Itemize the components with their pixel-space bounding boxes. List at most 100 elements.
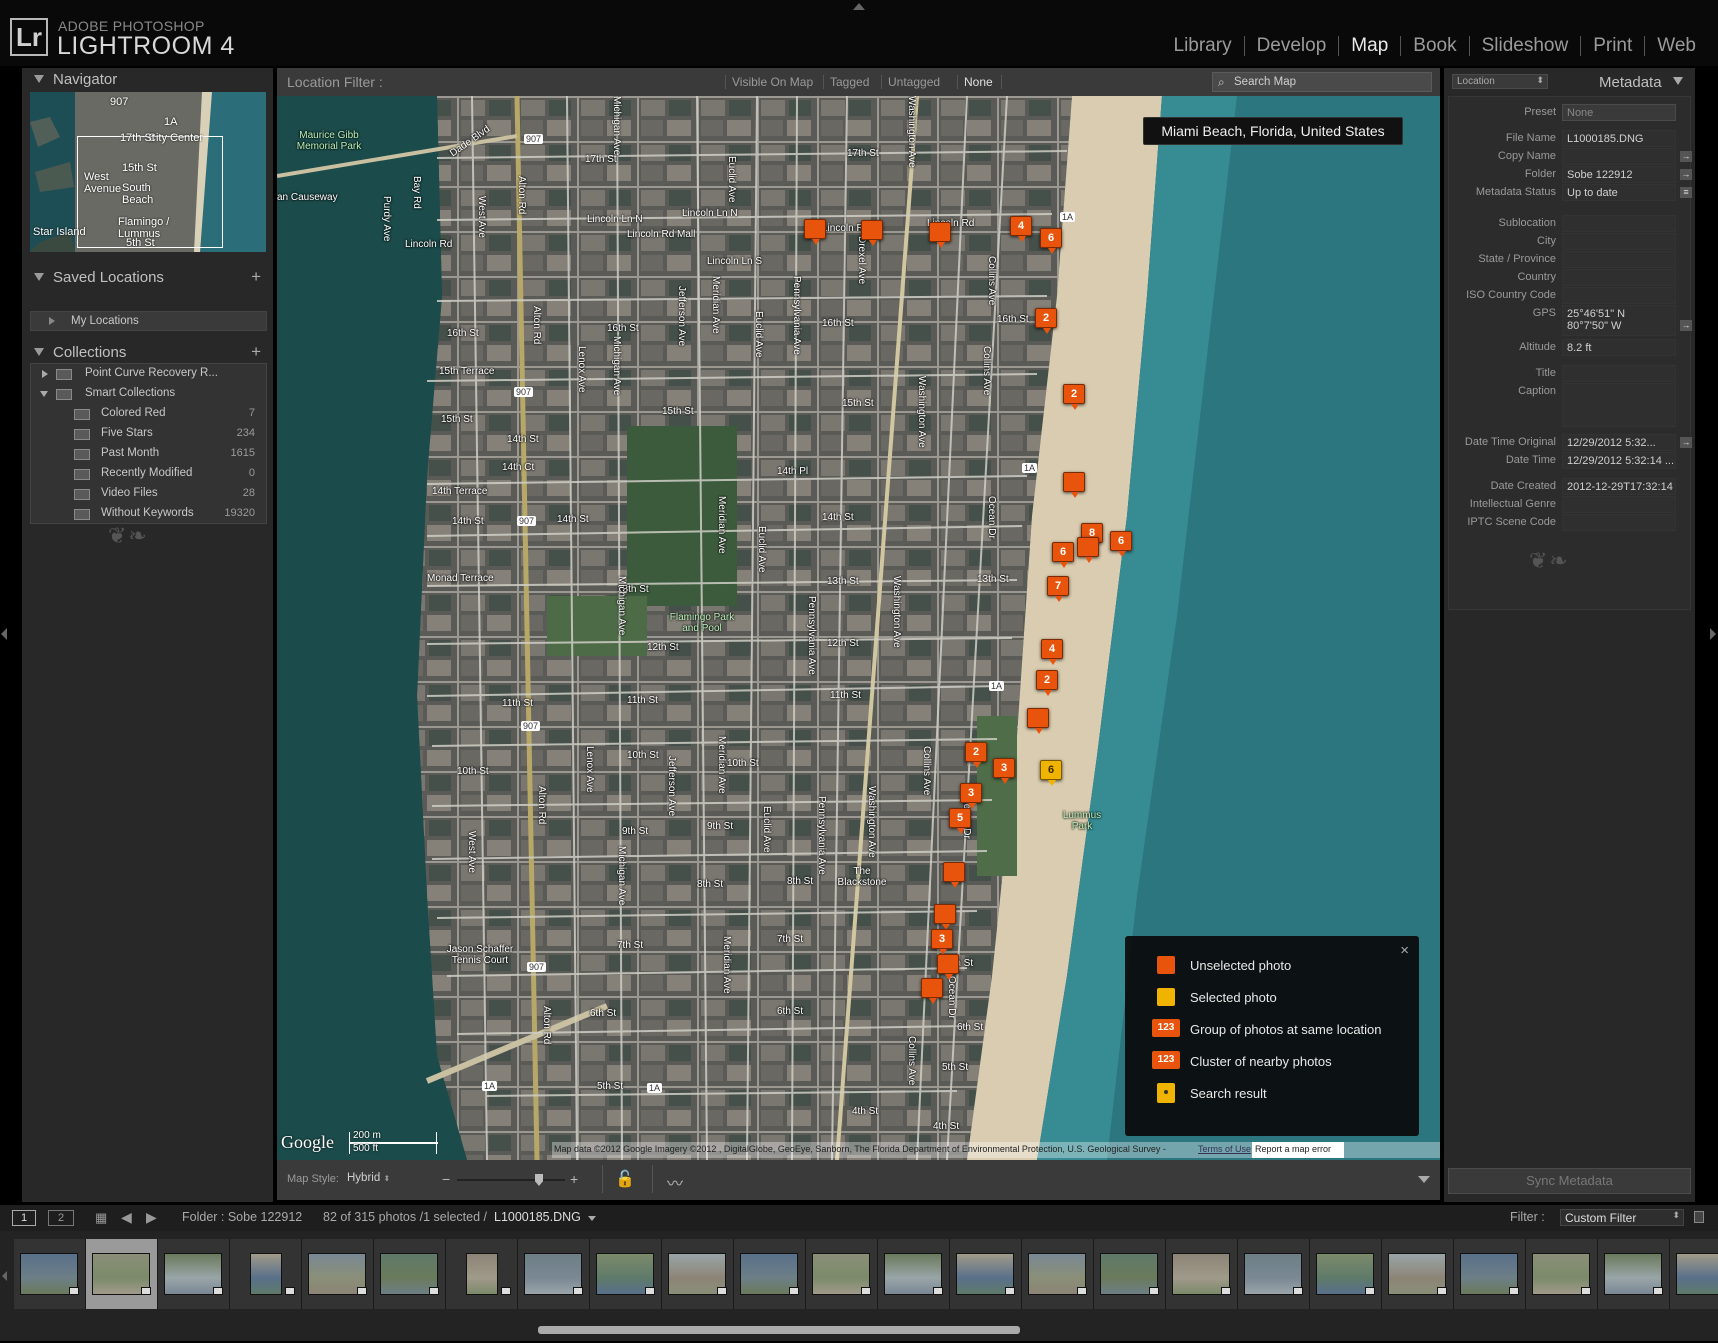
top-panel-toggle-icon[interactable]	[853, 3, 865, 10]
map-photo-pin[interactable]	[937, 954, 959, 980]
filmstrip-thumbnail[interactable]	[14, 1239, 86, 1309]
zoom-in-icon[interactable]: +	[570, 1171, 578, 1187]
filmstrip-thumbnail[interactable]	[1310, 1239, 1382, 1309]
filmstrip-thumbnail[interactable]	[1598, 1239, 1670, 1309]
map-photo-pin[interactable]: 2	[1063, 384, 1085, 410]
map-photo-pin[interactable]: 5	[949, 808, 971, 834]
map-view[interactable]: 17th St 17th St Lincoln Ln N Lincoln Ln …	[277, 96, 1440, 1160]
filmstrip-thumbnail[interactable]	[518, 1239, 590, 1309]
map-photo-pin[interactable]: 6	[1052, 542, 1074, 568]
filmstrip-thumbnail[interactable]	[662, 1239, 734, 1309]
module-book[interactable]: Book	[1400, 36, 1468, 56]
module-slideshow[interactable]: Slideshow	[1468, 36, 1581, 56]
zoom-slider[interactable]	[457, 1174, 565, 1186]
filter-tagged[interactable]: Tagged	[823, 75, 869, 89]
map-photo-pin[interactable]: 2	[1035, 308, 1057, 334]
iso-country-field[interactable]	[1562, 287, 1676, 304]
collapse-triangle-icon[interactable]	[40, 391, 48, 397]
smart-collection-item[interactable]: Colored Red 7	[30, 404, 267, 424]
module-web[interactable]: Web	[1644, 36, 1708, 56]
map-photo-pin[interactable]	[861, 220, 883, 246]
collapse-triangle-icon[interactable]	[34, 273, 44, 281]
filmstrip-thumbnail[interactable]	[878, 1239, 950, 1309]
zoom-slider-knob[interactable]	[535, 1174, 543, 1186]
selected-filename[interactable]: L1000185.DNG	[494, 1210, 581, 1224]
lock-markers-icon[interactable]: 🔓	[615, 1169, 635, 1189]
map-photo-pin[interactable]: 3	[960, 783, 982, 809]
filmstrip-thumbnail[interactable]	[806, 1239, 878, 1309]
expand-triangle-icon[interactable]	[49, 317, 55, 325]
filter-visible-on-map[interactable]: Visible On Map	[725, 75, 813, 89]
collection-item[interactable]: Point Curve Recovery R...	[30, 364, 267, 384]
toolbar-menu-icon[interactable]	[1418, 1176, 1430, 1183]
smart-collection-item[interactable]: Video Files 28	[30, 484, 267, 504]
map-photo-pin[interactable]: 2	[1036, 670, 1058, 696]
filmstrip-thumbnail[interactable]	[374, 1239, 446, 1309]
module-library[interactable]: Library	[1162, 36, 1244, 56]
filmstrip-thumbnail[interactable]	[158, 1239, 230, 1309]
filmstrip-thumbnail[interactable]	[446, 1239, 518, 1309]
map-photo-pin[interactable]: 6	[1110, 531, 1132, 557]
module-map[interactable]: Map	[1338, 36, 1400, 56]
metadata-preset-dropdown[interactable]: Location ⬍	[1452, 74, 1548, 89]
map-photo-pin[interactable]	[804, 219, 826, 245]
filmstrip-thumbnail[interactable]	[950, 1239, 1022, 1309]
map-photo-pin[interactable]	[1077, 537, 1099, 563]
go-arrow-icon[interactable]: →	[1680, 151, 1692, 162]
map-photo-pin[interactable]	[1063, 472, 1085, 498]
filmstrip-thumbnail[interactable]	[1022, 1239, 1094, 1309]
file-name-field[interactable]: L1000185.DNG	[1562, 130, 1676, 147]
date-created-field[interactable]: 2012-12-29T17:32:14	[1562, 478, 1676, 495]
filter-lock-icon[interactable]	[1694, 1211, 1704, 1223]
filmstrip-thumbnail[interactable]	[1094, 1239, 1166, 1309]
tracklog-icon[interactable]: 〰	[667, 1170, 683, 1194]
navigator-preview[interactable]: City Center West Avenue South Beach Flam…	[30, 92, 266, 252]
intellectual-genre-field[interactable]	[1562, 496, 1676, 513]
map-photo-pin[interactable]	[921, 978, 943, 1004]
go-arrow-icon[interactable]: →	[1680, 320, 1692, 331]
go-arrow-icon[interactable]: →	[1680, 437, 1692, 448]
country-field[interactable]	[1562, 269, 1676, 286]
forward-arrow-icon[interactable]: ▶	[146, 1209, 157, 1226]
module-develop[interactable]: Develop	[1243, 36, 1339, 56]
scroll-left-icon[interactable]	[2, 1271, 7, 1281]
sublocation-field[interactable]	[1562, 215, 1676, 232]
saved-locations-header[interactable]: Saved Locations +	[22, 267, 273, 289]
right-panel-toggle-icon[interactable]	[1710, 628, 1716, 640]
search-map-input[interactable]: ⌕ Search Map	[1212, 72, 1432, 92]
filmstrip-thumbnail[interactable]	[1166, 1239, 1238, 1309]
filmstrip-thumbnail[interactable]	[1526, 1239, 1598, 1309]
zoom-out-icon[interactable]: −	[442, 1171, 450, 1187]
filmstrip-thumbnail[interactable]	[590, 1239, 662, 1309]
city-field[interactable]	[1562, 233, 1676, 250]
filmstrip-thumbnail[interactable]	[230, 1239, 302, 1309]
map-photo-pin[interactable]: 3	[993, 758, 1015, 784]
filter-untagged[interactable]: Untagged	[881, 75, 940, 89]
map-photo-pin[interactable]: 7	[1047, 576, 1069, 602]
altitude-field[interactable]: 8.2 ft	[1562, 339, 1676, 356]
filmstrip-thumbnail[interactable]	[1238, 1239, 1310, 1309]
iptc-scene-field[interactable]	[1562, 514, 1676, 531]
saved-location-item[interactable]: My Locations	[30, 311, 267, 331]
smart-collection-item[interactable]: Recently Modified 0	[30, 464, 267, 484]
collapse-triangle-icon[interactable]	[1673, 77, 1683, 85]
smart-collection-item[interactable]: Without Keywords 19320	[30, 504, 267, 524]
map-photo-pin[interactable]: 4	[1010, 216, 1032, 242]
window-1-button[interactable]: 1	[12, 1210, 36, 1226]
filmstrip-thumbnail[interactable]	[1670, 1239, 1718, 1309]
map-photo-pin-selected[interactable]: 6	[1040, 760, 1062, 786]
grid-view-icon[interactable]: ▦	[95, 1210, 107, 1226]
expand-triangle-icon[interactable]	[42, 370, 48, 378]
module-print[interactable]: Print	[1580, 36, 1644, 56]
collections-header[interactable]: Collections +	[22, 342, 273, 364]
folder-breadcrumb[interactable]: Folder : Sobe 122912	[182, 1210, 302, 1224]
map-photo-pin[interactable]: 6	[1040, 228, 1062, 254]
left-panel-toggle-icon[interactable]	[1, 628, 7, 640]
back-arrow-icon[interactable]: ◀	[121, 1209, 132, 1226]
gps-field[interactable]: 25°46'51" N 80°7'50" W	[1562, 305, 1676, 336]
map-photo-pin[interactable]	[929, 222, 951, 248]
terms-link[interactable]: Terms of Use	[1198, 1144, 1251, 1154]
map-style-dropdown[interactable]: Hybrid ⬍	[347, 1172, 390, 1184]
caption-field[interactable]	[1562, 383, 1676, 427]
state-field[interactable]	[1562, 251, 1676, 268]
